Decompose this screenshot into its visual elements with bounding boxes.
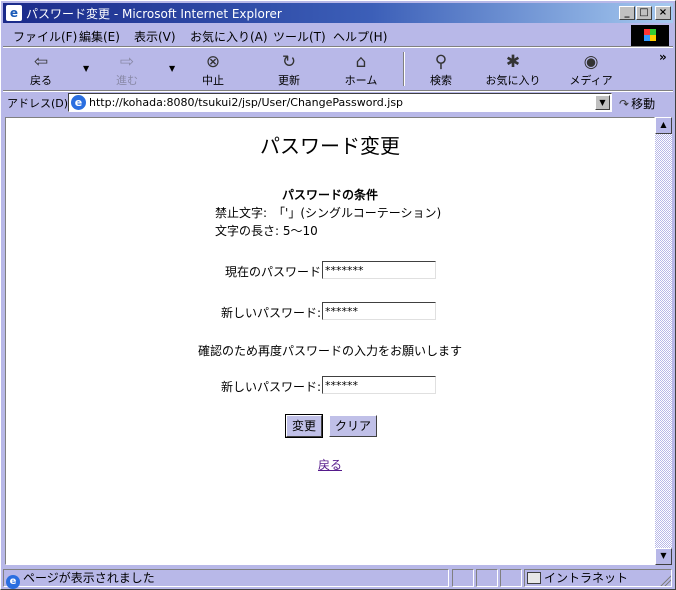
- resize-grip-icon[interactable]: [659, 574, 671, 586]
- current-password-input[interactable]: [322, 261, 436, 279]
- home-button[interactable]: ⌂ ホーム: [333, 50, 389, 88]
- menu-view[interactable]: 表示(V): [134, 28, 176, 45]
- maximize-button[interactable]: □: [636, 6, 652, 20]
- menu-favorites[interactable]: お気に入り(A): [190, 28, 268, 45]
- window-title: パスワード変更 - Microsoft Internet Explorer: [26, 7, 282, 21]
- page-icon: e: [71, 95, 86, 110]
- back-arrow-icon: ⇦: [33, 52, 49, 72]
- home-icon: ⌂: [355, 52, 367, 72]
- address-bar: アドレス(D) e ▼ ↷移動: [3, 92, 673, 114]
- address-input[interactable]: [89, 95, 589, 110]
- forbidden-chars: 禁止文字: 「'」(シングルコーテーション): [215, 206, 442, 220]
- forward-button[interactable]: ⇨ 進む: [99, 50, 155, 88]
- menu-bar: ファイル(F) 編集(E) 表示(V) お気に入り(A) ツール(T) ヘルプ(…: [3, 24, 673, 46]
- stop-label: 中止: [202, 74, 224, 87]
- address-box[interactable]: e ▼: [68, 93, 612, 112]
- refresh-label: 更新: [278, 74, 300, 87]
- back-button[interactable]: ⇦ 戻る: [13, 50, 69, 88]
- vertical-scrollbar[interactable]: ▲ ▼: [655, 117, 672, 565]
- address-label: アドレス(D): [7, 97, 69, 110]
- forward-dropdown-icon[interactable]: ▼: [169, 64, 175, 73]
- status-text: ページが表示されました: [23, 571, 155, 585]
- current-password-label: 現在のパスワード: [224, 265, 321, 279]
- refresh-icon: ↻: [281, 52, 297, 72]
- windows-logo-icon: [631, 25, 669, 46]
- menu-tools[interactable]: ツール(T): [273, 28, 326, 45]
- confirm-password-input[interactable]: [322, 376, 436, 394]
- status-panel: [500, 569, 522, 587]
- refresh-button[interactable]: ↻ 更新: [261, 50, 317, 88]
- status-panel: [476, 569, 498, 587]
- browser-window: e パスワード変更 - Microsoft Internet Explorer …: [0, 0, 676, 590]
- menu-help[interactable]: ヘルプ(H): [333, 28, 387, 45]
- toolbar-divider: [403, 52, 405, 86]
- go-arrow-icon: ↷: [619, 97, 630, 111]
- title-bar: e パスワード変更 - Microsoft Internet Explorer …: [3, 3, 673, 23]
- scroll-up-icon[interactable]: ▲: [655, 117, 672, 134]
- clear-button[interactable]: クリア: [329, 415, 378, 437]
- back-label: 戻る: [30, 74, 52, 87]
- new-password-input[interactable]: [322, 302, 436, 320]
- address-dropdown-button[interactable]: ▼: [595, 95, 610, 110]
- go-button[interactable]: ↷ 移動: [619, 95, 655, 112]
- toolbar: ⇦ 戻る ▼ ⇨ 進む ▼ ⊗ 中止 ↻ 更新 ⌂ ホーム ⚲ 検索 ✱ お気に…: [3, 48, 673, 90]
- media-label: メディア: [569, 74, 613, 87]
- media-icon: ◉: [583, 52, 599, 72]
- favorites-label: お気に入り: [485, 74, 541, 87]
- back-dropdown-icon[interactable]: ▼: [83, 64, 89, 73]
- zone-text: イントラネット: [544, 571, 629, 585]
- stop-icon: ⊗: [205, 52, 221, 72]
- confirm-password-label: 新しいパスワード:: [220, 380, 321, 394]
- favorites-button[interactable]: ✱ お気に入り: [485, 50, 541, 88]
- page-content: パスワード変更 パスワードの条件 禁止文字: 「'」(シングルコーテーション) …: [6, 118, 654, 564]
- forward-arrow-icon: ⇨: [119, 52, 135, 72]
- back-link-text[interactable]: 戻る: [318, 458, 342, 472]
- new-password-label: 新しいパスワード:: [220, 306, 321, 320]
- stop-button[interactable]: ⊗ 中止: [185, 50, 241, 88]
- close-button[interactable]: ×: [655, 6, 671, 20]
- scroll-down-icon[interactable]: ▼: [655, 548, 672, 565]
- favorites-folder-icon: ✱: [505, 52, 521, 72]
- status-bar: e ページが表示されました イントラネット: [3, 568, 673, 589]
- conditions-title: パスワードの条件: [281, 188, 378, 202]
- minimize-button[interactable]: _: [619, 6, 635, 20]
- media-button[interactable]: ◉ メディア: [563, 50, 619, 88]
- toolbar-more-icon[interactable]: »: [659, 50, 667, 64]
- intranet-icon: [527, 572, 541, 584]
- ie-icon: e: [6, 5, 22, 21]
- back-link[interactable]: 戻る: [6, 456, 654, 473]
- status-panel: [452, 569, 474, 587]
- status-text-panel: e ページが表示されました: [3, 569, 449, 589]
- menu-file[interactable]: ファイル(F): [13, 28, 77, 45]
- page-title: パスワード変更: [260, 134, 400, 158]
- forward-label: 進む: [116, 74, 138, 87]
- search-button[interactable]: ⚲ 検索: [413, 50, 469, 88]
- length-rule: 文字の長さ: 5～10: [215, 224, 318, 238]
- home-label: ホーム: [344, 74, 378, 87]
- page-done-icon: e: [6, 575, 20, 589]
- search-label: 検索: [430, 74, 452, 87]
- confirm-note: 確認のため再度パスワードの入力をお願いします: [197, 344, 462, 358]
- menu-edit[interactable]: 編集(E): [79, 28, 120, 45]
- search-icon: ⚲: [434, 52, 448, 72]
- zone-panel: イントラネット: [524, 569, 672, 587]
- password-conditions: パスワードの条件 禁止文字: 「'」(シングルコーテーション) 文字の長さ: 5…: [6, 186, 654, 238]
- page-viewport: パスワード変更 パスワードの条件 禁止文字: 「'」(シングルコーテーション) …: [5, 117, 655, 565]
- submit-button[interactable]: 変更: [284, 414, 324, 438]
- go-label: 移動: [631, 97, 656, 111]
